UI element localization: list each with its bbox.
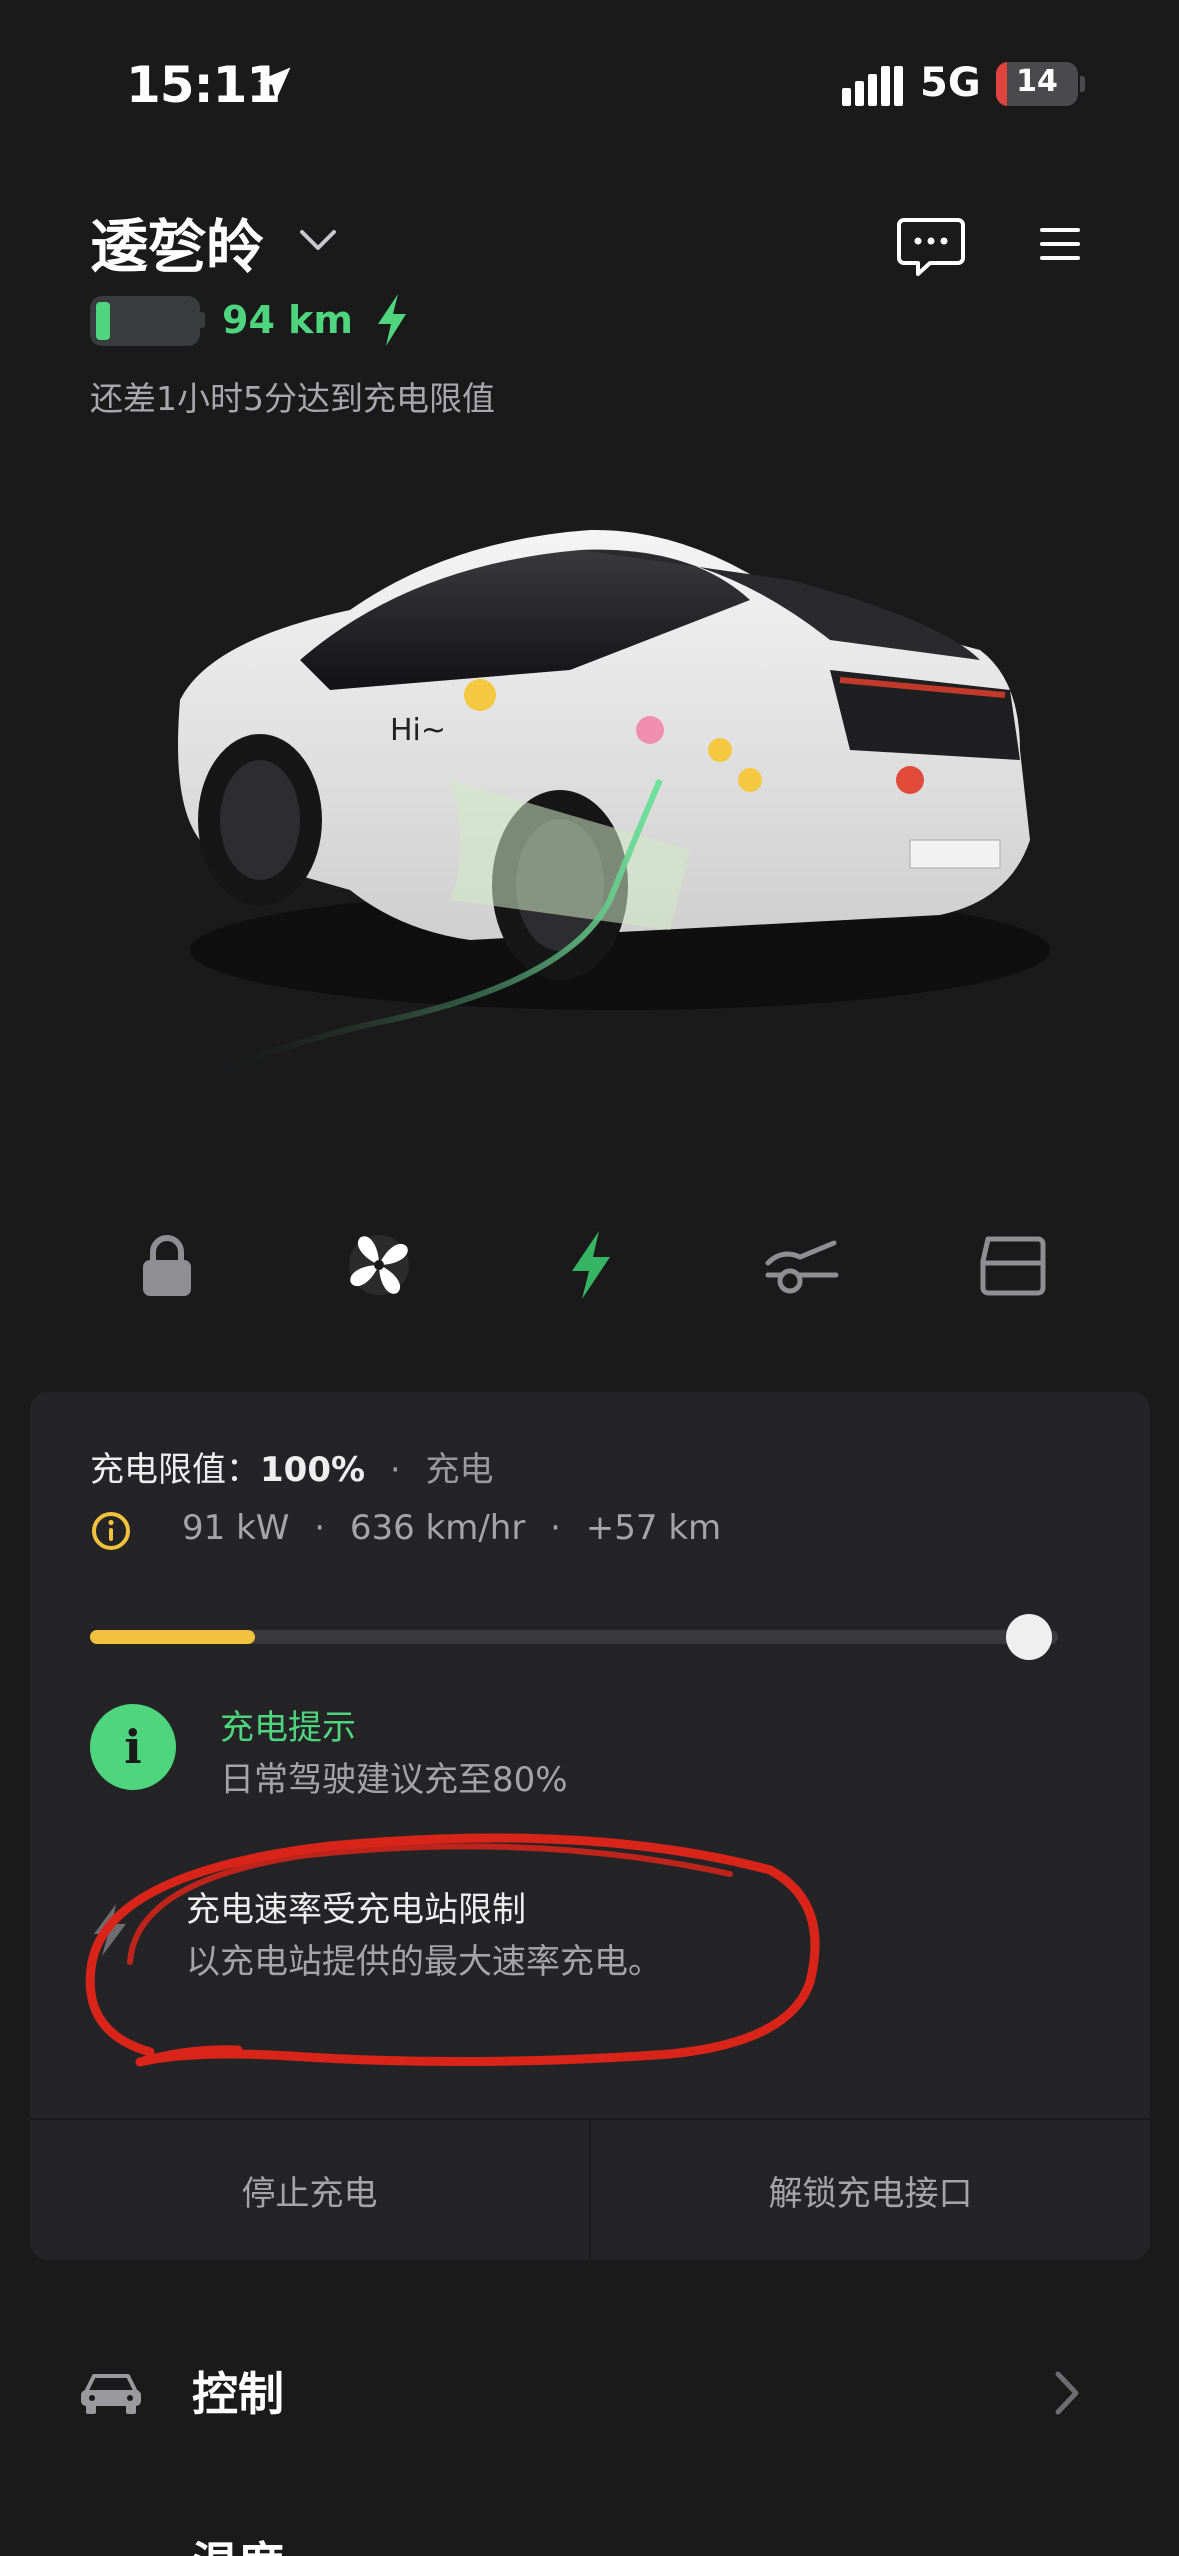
charging-panel: 充电限值：100% · 充电 91 kW · 636 km/hr · +57 k… xyxy=(30,1392,1150,2260)
unlock-charge-port-button[interactable]: 解锁充电接口 xyxy=(589,2120,1150,2260)
battery-nub xyxy=(1080,76,1085,92)
info-icon: i xyxy=(90,1704,176,1790)
network-type: 5G xyxy=(920,60,981,106)
climate-row[interactable]: 温度 xyxy=(0,2492,1179,2556)
stop-charging-button[interactable]: 停止充电 xyxy=(30,2120,589,2260)
charge-rate: 636 km/hr xyxy=(349,1508,526,1548)
charge-port-icon xyxy=(765,1240,839,1294)
charge-power: 91 kW xyxy=(182,1508,290,1548)
charging-tip-title: 充电提示 xyxy=(220,1708,356,1748)
charge-state: 充电 xyxy=(425,1450,494,1490)
charge-button[interactable] xyxy=(546,1210,636,1320)
charge-limit-value: 100% xyxy=(260,1450,366,1490)
phone-battery-level: 14 xyxy=(1016,64,1058,99)
charge-limit-slider[interactable] xyxy=(90,1630,1058,1644)
separator: · xyxy=(314,1508,326,1548)
bolt-icon xyxy=(572,1231,610,1299)
controls-row[interactable]: 控制 xyxy=(0,2322,1179,2462)
cellular-signal-icon xyxy=(842,66,903,106)
lock-icon xyxy=(143,1235,191,1296)
lock-button[interactable] xyxy=(122,1210,212,1320)
rate-limited-title: 充电速率受充电站限制 xyxy=(186,1890,526,1930)
range-value: 94 km xyxy=(222,298,353,342)
charge-limit-label: 充电限值： xyxy=(90,1450,260,1490)
phone-battery-icon: 14 xyxy=(996,62,1078,106)
info-glyph: i xyxy=(124,1720,142,1774)
charge-time-remaining: 还差1小时5分达到充电限值 xyxy=(90,379,495,418)
bolt-icon xyxy=(378,294,406,346)
chevron-right-icon xyxy=(1055,2371,1079,2415)
charge-rate-line: 91 kW · 636 km/hr · +57 km xyxy=(182,1508,721,1548)
frunk-icon xyxy=(980,1236,1046,1296)
status-bar: 15:11 5G 14 xyxy=(0,0,1179,160)
rate-limited-text: 以充电站提供的最大速率充电。 xyxy=(186,1942,662,1982)
separator: · xyxy=(550,1508,561,1548)
bolt-icon xyxy=(94,1904,126,1956)
battery-icon xyxy=(90,296,200,346)
vehicle-name[interactable]: 逶乻皊 xyxy=(90,200,264,284)
menu-icon[interactable] xyxy=(1036,222,1084,266)
info-icon[interactable] xyxy=(90,1510,132,1552)
charge-actions: 停止充电 解锁充电接口 xyxy=(30,2118,1150,2260)
chat-icon[interactable] xyxy=(896,214,966,278)
battery-nub xyxy=(200,312,205,328)
range-added: +57 km xyxy=(585,1508,722,1548)
current-charge-fill xyxy=(90,1630,255,1644)
charging-tip-text: 日常驾驶建议充至80% xyxy=(220,1760,568,1800)
frunk-button[interactable] xyxy=(968,1210,1058,1320)
climate-button[interactable] xyxy=(334,1210,424,1320)
charge-limit-slider-thumb[interactable] xyxy=(1006,1614,1052,1660)
svg-text:Hi~: Hi~ xyxy=(390,713,446,748)
location-arrow-icon xyxy=(257,67,291,101)
chevron-down-icon[interactable] xyxy=(296,220,340,260)
fan-icon xyxy=(349,1235,409,1295)
vehicle-image: Hi~ xyxy=(178,529,1050,1083)
charge-port-button[interactable] xyxy=(756,1210,846,1320)
controls-label: 控制 xyxy=(192,2367,284,2421)
car-icon xyxy=(81,2374,141,2414)
charge-limit-line[interactable]: 充电限值：100% · 充电 xyxy=(90,1442,493,1491)
separator: · xyxy=(389,1450,401,1490)
climate-label: 温度 xyxy=(192,2528,284,2556)
